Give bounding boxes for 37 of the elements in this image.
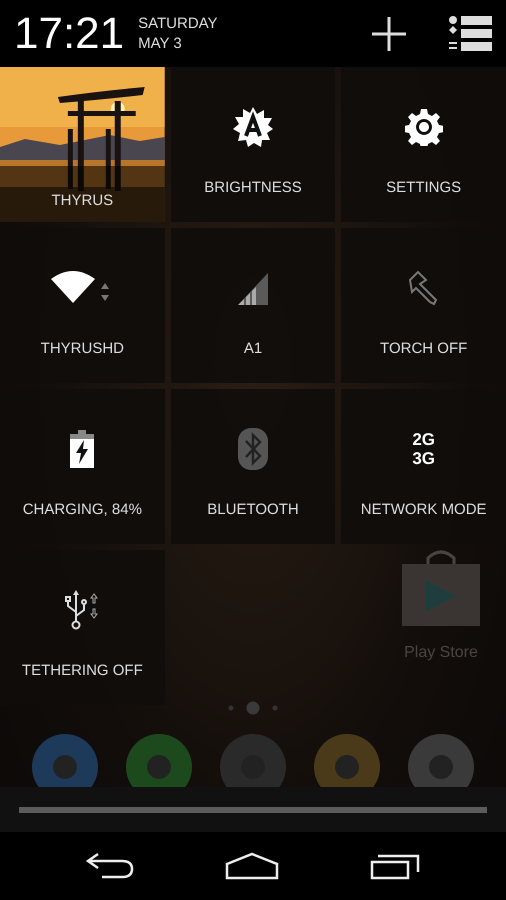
day-text: SATURDAY bbox=[138, 14, 218, 34]
clock-time: 17:21 bbox=[14, 8, 124, 58]
page-indicator-icon bbox=[227, 700, 279, 716]
recents-icon bbox=[370, 852, 420, 880]
recents-button[interactable] bbox=[370, 852, 420, 880]
drag-handle[interactable] bbox=[19, 806, 487, 812]
tile-label: BLUETOOTH bbox=[207, 501, 299, 518]
back-button[interactable] bbox=[86, 852, 134, 880]
plus-icon bbox=[372, 16, 406, 50]
add-button[interactable] bbox=[372, 16, 406, 50]
tile-label: SETTINGS bbox=[386, 179, 462, 196]
list-view-button[interactable] bbox=[448, 16, 492, 52]
tile-label: NETWORK MODE bbox=[360, 501, 487, 518]
tile-label: THYRUSHD bbox=[40, 340, 124, 357]
settings-icon bbox=[404, 108, 443, 146]
quick-setting-tile[interactable]: A1 bbox=[170, 228, 336, 383]
quick-setting-tile[interactable]: BRIGHTNESS bbox=[170, 67, 336, 222]
network-mode-icon: 2G 3G bbox=[412, 430, 435, 468]
tile-label: TORCH OFF bbox=[380, 340, 468, 357]
tile-label: TETHERING OFF bbox=[22, 662, 143, 679]
tile-label: BRIGHTNESS bbox=[204, 179, 302, 196]
signal-icon bbox=[236, 271, 270, 305]
tile-label: CHARGING, 84% bbox=[22, 501, 142, 518]
date-text: MAY 3 bbox=[138, 34, 183, 54]
battery-charging-icon bbox=[70, 430, 94, 468]
tile-label: A1 bbox=[244, 340, 262, 357]
home-button[interactable] bbox=[224, 852, 279, 880]
list-icon bbox=[448, 16, 492, 52]
brightness-auto-icon bbox=[232, 106, 274, 148]
home-icon bbox=[224, 852, 279, 880]
bluetooth-icon bbox=[238, 428, 268, 470]
shopping-bag-icon bbox=[402, 550, 480, 626]
user-tile[interactable]: THYRUS bbox=[0, 67, 165, 222]
quick-setting-tile[interactable]: BLUETOOTH bbox=[170, 389, 336, 544]
back-icon bbox=[86, 852, 134, 880]
app-label: Play Store bbox=[404, 644, 478, 662]
tile-label: THYRUS bbox=[51, 192, 114, 208]
